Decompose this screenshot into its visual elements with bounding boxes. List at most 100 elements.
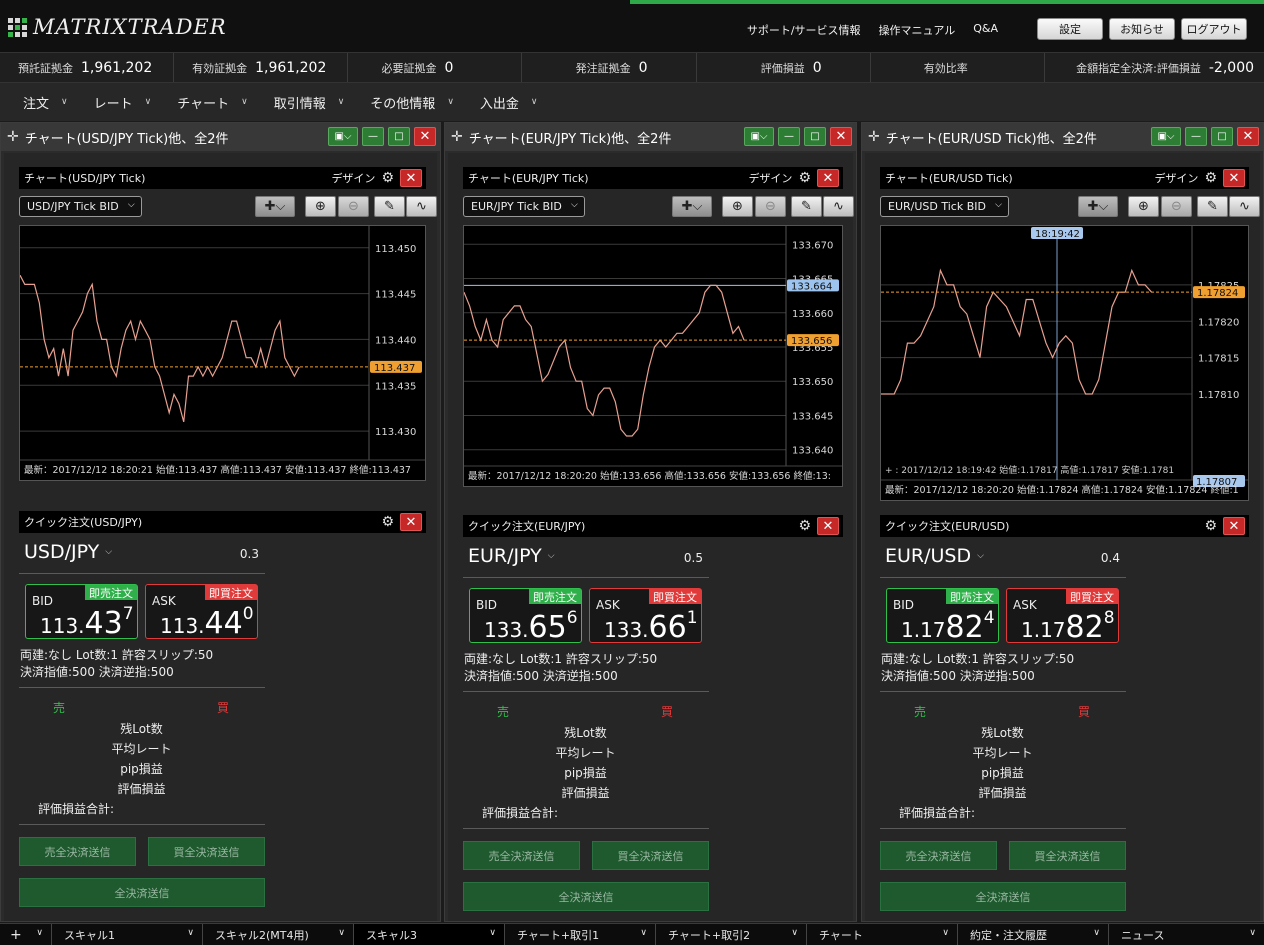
chart-symbol-select[interactable]: USD/JPY Tick BID ⌵ bbox=[19, 196, 142, 217]
close-icon[interactable]: ✕ bbox=[817, 169, 839, 187]
panel-header[interactable]: ✛ チャート(USD/JPY Tick)他、全2件 ▣⌵ — □ ✕ bbox=[1, 123, 440, 151]
close-icon[interactable]: ✕ bbox=[400, 513, 422, 531]
close-icon[interactable]: ✕ bbox=[400, 169, 422, 187]
chevron-down-icon: ∨ bbox=[447, 97, 454, 107]
move-icon[interactable]: ✛ bbox=[7, 129, 19, 145]
minimize-button[interactable]: — bbox=[362, 127, 384, 146]
workspace-tab[interactable]: チャート ∨ bbox=[807, 924, 958, 945]
gear-icon[interactable]: ⚙ bbox=[1204, 170, 1217, 186]
close-all-button[interactable]: 全決済送信 bbox=[880, 882, 1126, 911]
workspace-tab[interactable]: 約定・注文履歴 ∨ bbox=[958, 924, 1109, 945]
crosshair-tool-button[interactable]: ✚⌵ bbox=[255, 196, 295, 217]
chart-svg[interactable]: 1.178251.178201.178151.1781018:19:421.17… bbox=[881, 226, 1248, 500]
buy-all-close-button[interactable]: 買全決済送信 bbox=[592, 841, 709, 870]
chart-svg[interactable]: 113.450 113.445 113.440 113.435 113.430 113.4… bbox=[20, 226, 425, 480]
workspace-tab-active[interactable]: スキャル3 ∨ bbox=[354, 924, 505, 945]
design-link[interactable]: デザイン bbox=[331, 170, 375, 186]
indicator-icon[interactable]: ∿ bbox=[1229, 196, 1260, 217]
close-panel-button[interactable]: ✕ bbox=[1237, 127, 1259, 146]
sell-all-close-button[interactable]: 売全決済送信 bbox=[463, 841, 580, 870]
menu-trade-info[interactable]: 取引情報 ∨ bbox=[274, 93, 345, 112]
close-all-button[interactable]: 全決済送信 bbox=[463, 882, 709, 911]
pencil-icon[interactable]: ✎ bbox=[1197, 196, 1228, 217]
gear-icon[interactable]: ⚙ bbox=[798, 170, 811, 186]
ask-price-button[interactable]: ASK 即買注文 113.440 bbox=[145, 584, 258, 641]
settings-button[interactable]: 設定 bbox=[1037, 18, 1103, 40]
chart-symbol-select[interactable]: EUR/USD Tick BID ⌵ bbox=[880, 196, 1009, 217]
zoom-in-icon[interactable]: ⊕ bbox=[722, 196, 753, 217]
manual-link[interactable]: 操作マニュアル bbox=[879, 22, 956, 38]
ask-price-button[interactable]: ASK 即買注文 1.17828 bbox=[1006, 588, 1119, 645]
workspace-tab[interactable]: スキャル2(MT4用) ∨ bbox=[203, 924, 354, 945]
close-all-button[interactable]: 全決済送信 bbox=[19, 878, 265, 907]
price-chart[interactable]: 1.178251.178201.178151.1781018:19:421.17… bbox=[880, 225, 1249, 501]
workspace-tab[interactable]: ニュース ∨ bbox=[1109, 924, 1264, 945]
sell-all-close-button[interactable]: 売全決済送信 bbox=[880, 841, 997, 870]
chart-svg[interactable]: 133.670133.665133.660133.655133.650133.6… bbox=[464, 226, 842, 486]
minimize-button[interactable]: — bbox=[778, 127, 800, 146]
buy-all-close-button[interactable]: 買全決済送信 bbox=[148, 837, 265, 866]
gear-icon[interactable]: ⚙ bbox=[1204, 518, 1217, 534]
close-icon[interactable]: ✕ bbox=[817, 517, 839, 535]
indicator-icon[interactable]: ∿ bbox=[406, 196, 437, 217]
price-chart[interactable]: 133.670133.665133.660133.655133.650133.6… bbox=[463, 225, 843, 487]
symbol-select[interactable]: USD/JPY ⌵ bbox=[24, 541, 112, 563]
close-panel-button[interactable]: ✕ bbox=[830, 127, 852, 146]
chevron-down-icon: ∨ bbox=[1249, 928, 1256, 938]
sell-all-close-button[interactable]: 売全決済送信 bbox=[19, 837, 136, 866]
menu-order[interactable]: 注文 ∨ bbox=[23, 93, 68, 112]
panel-header[interactable]: ✛ チャート(EUR/USD Tick)他、全2件 ▣⌵ — □ ✕ bbox=[862, 123, 1263, 151]
crosshair-tool-button[interactable]: ✚⌵ bbox=[1078, 196, 1118, 217]
crosshair-tool-button[interactable]: ✚⌵ bbox=[672, 196, 712, 217]
close-icon[interactable]: ✕ bbox=[1223, 169, 1245, 187]
support-link[interactable]: サポート/サービス情報 bbox=[747, 22, 861, 38]
zoom-out-icon[interactable]: ⊖ bbox=[755, 196, 786, 217]
workspace-tab[interactable]: チャート+取引1 ∨ bbox=[505, 924, 656, 945]
qa-link[interactable]: Q&A bbox=[973, 22, 998, 38]
gear-icon[interactable]: ⚙ bbox=[381, 514, 394, 530]
minimize-button[interactable]: — bbox=[1185, 127, 1207, 146]
bid-price-button[interactable]: BID 即売注文 113.437 bbox=[25, 584, 138, 641]
maximize-button[interactable]: □ bbox=[1211, 127, 1233, 146]
pencil-icon[interactable]: ✎ bbox=[791, 196, 822, 217]
symbol-select[interactable]: EUR/JPY ⌵ bbox=[468, 545, 555, 567]
menu-rate[interactable]: レート ∨ bbox=[94, 93, 152, 112]
zoom-out-icon[interactable]: ⊖ bbox=[1161, 196, 1192, 217]
workspace-tab[interactable]: チャート+取引2 ∨ bbox=[656, 924, 807, 945]
maximize-button[interactable]: □ bbox=[804, 127, 826, 146]
close-panel-button[interactable]: ✕ bbox=[414, 127, 436, 146]
menu-other-info[interactable]: その他情報 ∨ bbox=[370, 93, 454, 112]
bid-price-button[interactable]: BID 即売注文 1.17824 bbox=[886, 588, 999, 645]
menu-chart[interactable]: チャート ∨ bbox=[177, 93, 247, 112]
close-icon[interactable]: ✕ bbox=[1223, 517, 1245, 535]
panel-layout-button[interactable]: ▣⌵ bbox=[1151, 127, 1181, 146]
zoom-out-icon[interactable]: ⊖ bbox=[338, 196, 369, 217]
design-link[interactable]: デザイン bbox=[748, 170, 792, 186]
gear-icon[interactable]: ⚙ bbox=[381, 170, 394, 186]
gear-icon[interactable]: ⚙ bbox=[798, 518, 811, 534]
panel-layout-button[interactable]: ▣⌵ bbox=[328, 127, 358, 146]
zoom-in-icon[interactable]: ⊕ bbox=[1128, 196, 1159, 217]
chart-symbol-select[interactable]: EUR/JPY Tick BID ⌵ bbox=[463, 196, 585, 217]
panel-header[interactable]: ✛ チャート(EUR/JPY Tick)他、全2件 ▣⌵ — □ ✕ bbox=[445, 123, 856, 151]
move-icon[interactable]: ✛ bbox=[451, 129, 463, 145]
bid-price-button[interactable]: BID 即売注文 133.656 bbox=[469, 588, 582, 645]
notice-button[interactable]: お知らせ bbox=[1109, 18, 1175, 40]
price-head: 1.17 bbox=[1021, 618, 1066, 642]
ask-price-button[interactable]: ASK 即買注文 133.661 bbox=[589, 588, 702, 645]
add-workspace-button[interactable]: + ∨ bbox=[0, 924, 52, 945]
indicator-icon[interactable]: ∿ bbox=[823, 196, 854, 217]
logout-button[interactable]: ログアウト bbox=[1181, 18, 1247, 40]
buy-all-close-button[interactable]: 買全決済送信 bbox=[1009, 841, 1126, 870]
menu-deposit[interactable]: 入出金 ∨ bbox=[480, 93, 538, 112]
move-icon[interactable]: ✛ bbox=[868, 129, 880, 145]
panel-layout-button[interactable]: ▣⌵ bbox=[744, 127, 774, 146]
maximize-button[interactable]: □ bbox=[388, 127, 410, 146]
app-window: MATRIXTRADER サポート/サービス情報 操作マニュアル Q&A 設定 … bbox=[0, 0, 1264, 945]
price-chart[interactable]: 113.450 113.445 113.440 113.435 113.430 113.4… bbox=[19, 225, 426, 481]
zoom-in-icon[interactable]: ⊕ bbox=[305, 196, 336, 217]
symbol-select[interactable]: EUR/USD ⌵ bbox=[885, 545, 984, 567]
pencil-icon[interactable]: ✎ bbox=[374, 196, 405, 217]
design-link[interactable]: デザイン bbox=[1154, 170, 1198, 186]
workspace-tab[interactable]: スキャル1 ∨ bbox=[52, 924, 203, 945]
